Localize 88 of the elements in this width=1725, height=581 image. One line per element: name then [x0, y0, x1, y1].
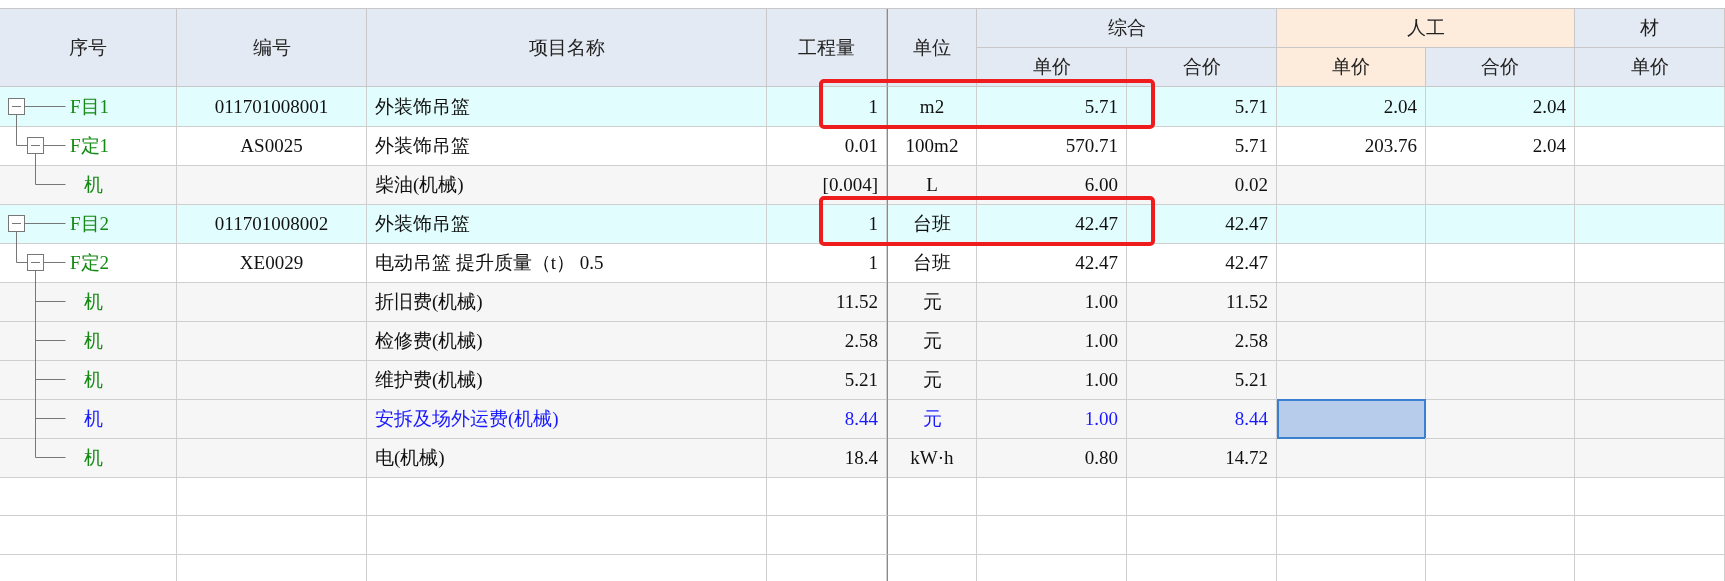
unit-text: 元 — [922, 289, 942, 314]
code-text: 011701008002 — [214, 212, 329, 235]
sequence-label: 机 — [84, 328, 103, 353]
price-value: 203.76 — [1364, 134, 1417, 157]
sequence-label: F目1 — [70, 94, 110, 119]
collapse-toggle-icon[interactable] — [27, 137, 44, 154]
item-name: 检修费(机械) — [375, 328, 483, 353]
quantity-value: 1 — [868, 251, 878, 274]
quantity-value: 2.58 — [844, 329, 878, 352]
quantity-value: 0.01 — [844, 134, 878, 157]
collapse-toggle-icon[interactable] — [8, 215, 25, 232]
price-value: 2.04 — [1383, 95, 1417, 118]
sequence-label: F定2 — [70, 250, 110, 275]
price-value: 42.47 — [1225, 212, 1268, 235]
unit-text: 台班 — [913, 250, 951, 275]
sequence-label: 机 — [84, 172, 103, 197]
item-name: 外装饰吊篮 — [375, 133, 470, 158]
selected-cell[interactable] — [1277, 399, 1426, 439]
column-header: 项目名称 — [367, 9, 767, 87]
price-value: 8.44 — [1234, 407, 1268, 430]
unit-text: 台班 — [913, 211, 951, 236]
unit-text: m2 — [919, 95, 945, 118]
sequence-label: 机 — [84, 367, 103, 392]
price-value: 5.71 — [1234, 134, 1268, 157]
price-value: 42.47 — [1075, 212, 1118, 235]
column-header: 单位 — [887, 9, 977, 87]
price-value: 1.00 — [1084, 329, 1118, 352]
price-value: 11.52 — [1225, 290, 1268, 313]
price-value: 1.00 — [1084, 407, 1118, 430]
column-header: 材 — [1575, 9, 1725, 48]
column-header: 人工 — [1277, 9, 1575, 48]
sequence-label: F目2 — [70, 211, 110, 236]
sequence-label: 机 — [84, 445, 103, 470]
unit-text: L — [926, 173, 938, 196]
quantity-value: 8.44 — [844, 407, 878, 430]
price-value: 0.80 — [1084, 446, 1118, 469]
code-text: AS0025 — [240, 134, 303, 157]
collapse-toggle-icon[interactable] — [27, 254, 44, 271]
item-name: 折旧费(机械) — [375, 289, 483, 314]
price-value: 2.04 — [1532, 95, 1566, 118]
column-header: 合价 — [1127, 48, 1277, 87]
item-name: 柴油(机械) — [375, 172, 464, 197]
price-value: 5.71 — [1084, 95, 1118, 118]
price-value: 1.00 — [1084, 290, 1118, 313]
price-value: 5.21 — [1234, 368, 1268, 391]
price-value: 570.71 — [1065, 134, 1118, 157]
sequence-label: F定1 — [70, 133, 110, 158]
price-value: 5.71 — [1234, 95, 1268, 118]
item-name: 维护费(机械) — [375, 367, 483, 392]
column-header: 单价 — [1277, 48, 1426, 87]
column-header: 工程量 — [767, 9, 887, 87]
price-value: 6.00 — [1084, 173, 1118, 196]
sequence-label: 机 — [84, 406, 103, 431]
item-name: 电(机械) — [375, 445, 445, 470]
quantity-value: [0.004] — [822, 173, 878, 196]
column-header: 单价 — [1575, 48, 1725, 87]
price-value: 42.47 — [1075, 251, 1118, 274]
unit-text: 元 — [922, 367, 942, 392]
column-header: 综合 — [977, 9, 1277, 48]
price-value: 1.00 — [1084, 368, 1118, 391]
unit-text: kW·h — [910, 446, 954, 469]
item-name: 外装饰吊篮 — [375, 94, 470, 119]
quantity-value: 11.52 — [835, 290, 878, 313]
quantity-value: 1 — [868, 212, 878, 235]
price-value: 2.58 — [1234, 329, 1268, 352]
column-header: 序号 — [0, 9, 177, 87]
quantity-value: 1 — [868, 95, 878, 118]
column-header: 编号 — [177, 9, 367, 87]
tree-line-drawing — [35, 360, 66, 399]
tree-line-drawing — [35, 321, 66, 360]
code-text: 011701008001 — [214, 95, 329, 118]
price-value: 42.47 — [1225, 251, 1268, 274]
column-header: 单价 — [977, 48, 1127, 87]
price-value: 14.72 — [1225, 446, 1268, 469]
sequence-label: 机 — [84, 289, 103, 314]
item-name: 安拆及场外运费(机械) — [375, 406, 559, 431]
item-name: 电动吊篮 提升质量（t） 0.5 — [375, 250, 604, 275]
price-value: 0.02 — [1234, 173, 1268, 196]
column-header: 合价 — [1426, 48, 1575, 87]
quantity-value: 18.4 — [844, 446, 878, 469]
unit-text: 100m2 — [905, 134, 959, 157]
quantity-value: 5.21 — [844, 368, 878, 391]
unit-text: 元 — [922, 328, 942, 353]
item-name: 外装饰吊篮 — [375, 211, 470, 236]
code-text: XE0029 — [239, 251, 304, 274]
price-value: 2.04 — [1532, 134, 1566, 157]
collapse-toggle-icon[interactable] — [8, 98, 25, 115]
unit-text: 元 — [922, 406, 942, 431]
